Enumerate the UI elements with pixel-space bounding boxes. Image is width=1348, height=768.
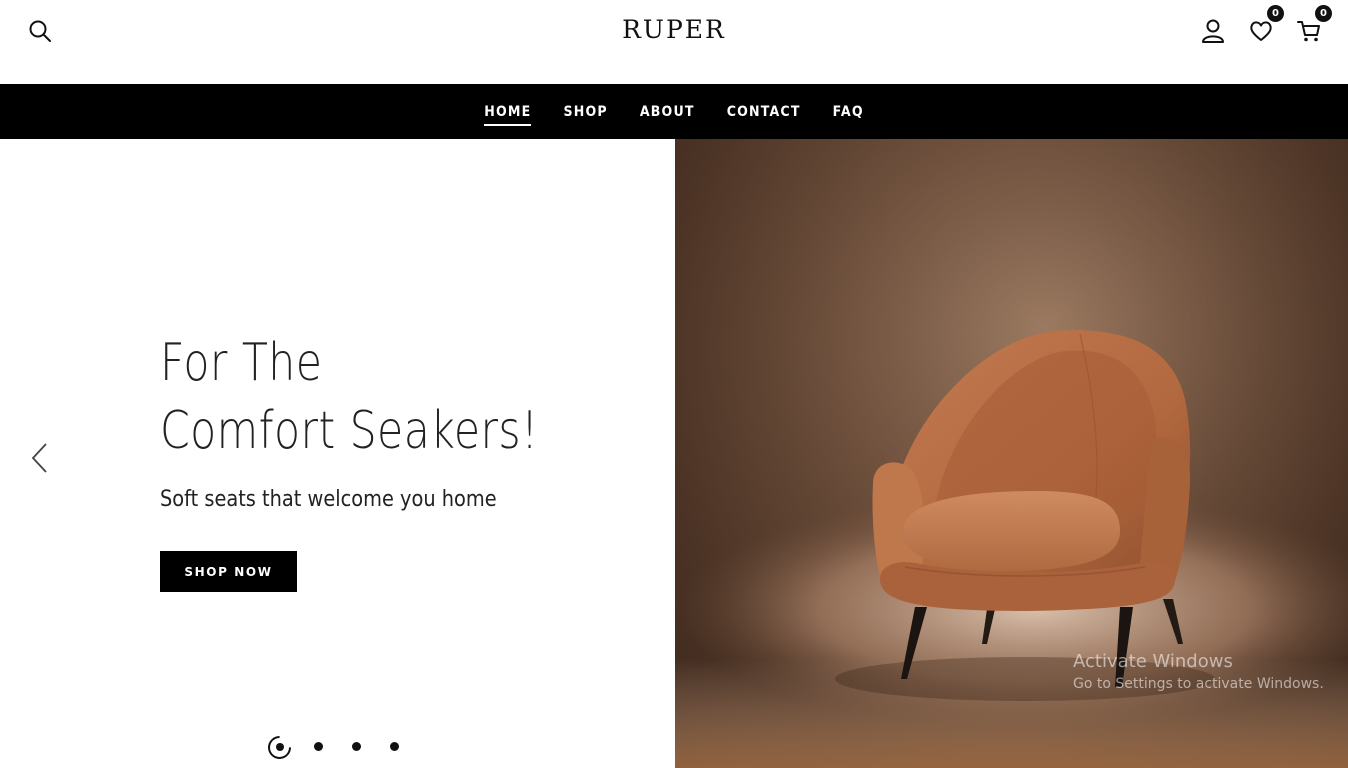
heart-icon: [1250, 21, 1272, 41]
user-icon[interactable]: [1200, 18, 1226, 44]
wishlist-count-badge: 0: [1267, 5, 1284, 22]
nav-about[interactable]: ABOUT: [640, 98, 695, 126]
nav-home[interactable]: HOME: [484, 98, 532, 126]
hero-subtitle: Soft seats that welcome you home: [160, 487, 497, 512]
hero-text-panel: For The Comfort Seakers! Soft seats that…: [0, 139, 675, 768]
hero-title: For The Comfort Seakers!: [160, 329, 554, 465]
cart-count-badge: 0: [1315, 5, 1332, 22]
nav-shop[interactable]: SHOP: [563, 98, 607, 126]
shop-now-button[interactable]: SHOP NOW: [160, 551, 297, 592]
nav-faq[interactable]: FAQ: [833, 98, 864, 126]
hero-title-line-1: For The: [160, 333, 323, 393]
wishlist-button[interactable]: 0: [1248, 5, 1284, 44]
watermark-subtitle: Go to Settings to activate Windows.: [1073, 676, 1324, 692]
site-header: RUPER 0 0: [0, 0, 1348, 84]
slide-dot-4[interactable]: [390, 742, 399, 751]
slider-pagination: [263, 731, 406, 764]
hero-title-line-2: Comfort Seakers!: [160, 401, 539, 461]
watermark-title: Activate Windows: [1073, 651, 1233, 672]
windows-activation-watermark: Activate Windows Go to Settings to activ…: [1073, 651, 1324, 692]
site-logo[interactable]: RUPER: [0, 15, 1348, 44]
cart-icon: [1297, 21, 1320, 42]
slide-dot-3[interactable]: [352, 742, 361, 751]
slide-dot-1[interactable]: [276, 743, 284, 751]
cart-button[interactable]: 0: [1296, 5, 1332, 44]
nav-contact[interactable]: CONTACT: [727, 98, 801, 126]
slider-prev-arrow-icon[interactable]: [28, 440, 52, 476]
slide-dot-2[interactable]: [314, 742, 323, 751]
main-nav: HOME SHOP ABOUT CONTACT FAQ: [0, 84, 1348, 139]
